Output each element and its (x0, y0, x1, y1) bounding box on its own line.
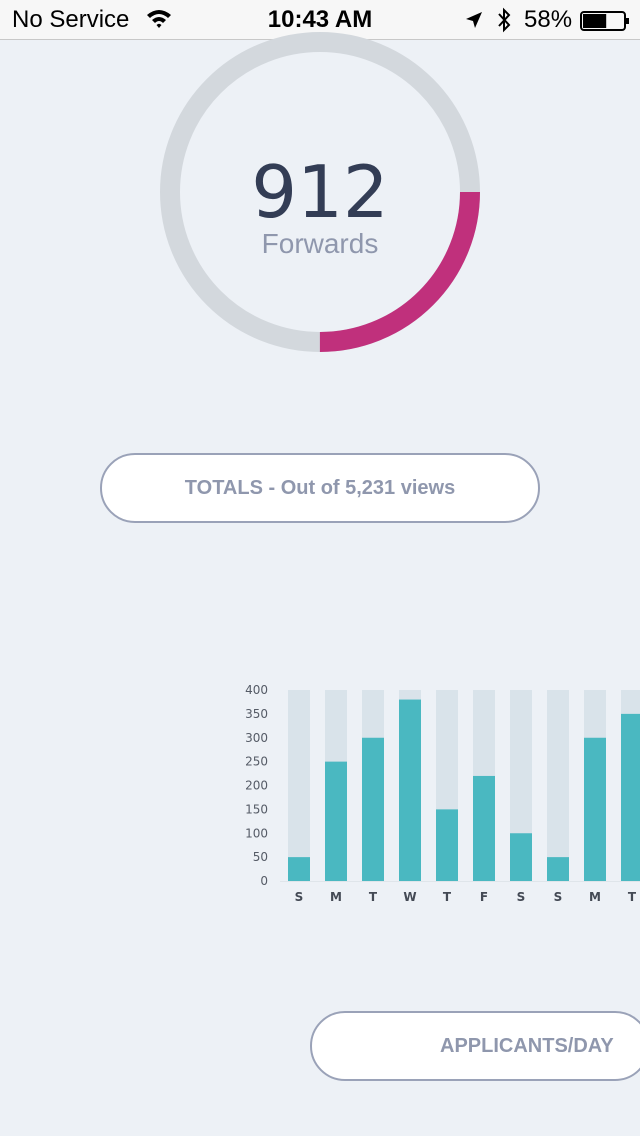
y-tick-label: 400 (245, 683, 268, 697)
applicants-per-day-button[interactable]: APPLICANTS/DAY (310, 1011, 640, 1081)
y-tick-label: 200 (245, 779, 268, 793)
x-tick-label: M (589, 890, 601, 904)
y-tick-label: 250 (245, 755, 268, 769)
bar (399, 699, 421, 881)
forwards-label: Forwards (261, 228, 379, 259)
bar-background (288, 690, 310, 881)
bar (584, 737, 606, 881)
y-tick-label: 0 (260, 874, 268, 888)
x-tick-label: S (554, 890, 563, 904)
bar-background (547, 690, 569, 881)
battery-percent: 58% (524, 6, 573, 33)
forwards-count: 912 (251, 150, 389, 234)
x-tick-label: S (295, 890, 304, 904)
x-tick-label: W (403, 890, 416, 904)
battery-icon (580, 11, 629, 31)
bar (436, 809, 458, 881)
applicants-bar-chart: 0 50 100 150 200 250 300 350 400 S M T W T F S S M T (245, 683, 640, 904)
x-tick-label: F (480, 890, 488, 904)
analytics-screen: No Service 10:43 AM 58% 912 Forwards TOT… (0, 0, 640, 1136)
bar (473, 775, 495, 881)
x-tick-label: M (330, 890, 342, 904)
y-tick-label: 150 (245, 802, 268, 816)
x-tick-label: T (443, 890, 452, 904)
x-tick-label: S (517, 890, 526, 904)
bluetooth-icon (498, 7, 511, 33)
totals-button[interactable]: TOTALS - Out of 5,231 views (100, 453, 540, 523)
x-tick-label: T (628, 890, 637, 904)
y-tick-label: 50 (253, 850, 268, 864)
bar (362, 737, 384, 881)
y-tick-label: 350 (245, 707, 268, 721)
y-tick-label: 300 (245, 731, 268, 745)
bar (547, 857, 569, 881)
bar (621, 713, 640, 881)
bar (325, 761, 347, 881)
bar (288, 857, 310, 881)
location-arrow-icon (466, 12, 482, 28)
x-tick-label: T (369, 890, 378, 904)
y-tick-label: 100 (245, 826, 268, 840)
bar (510, 833, 532, 881)
